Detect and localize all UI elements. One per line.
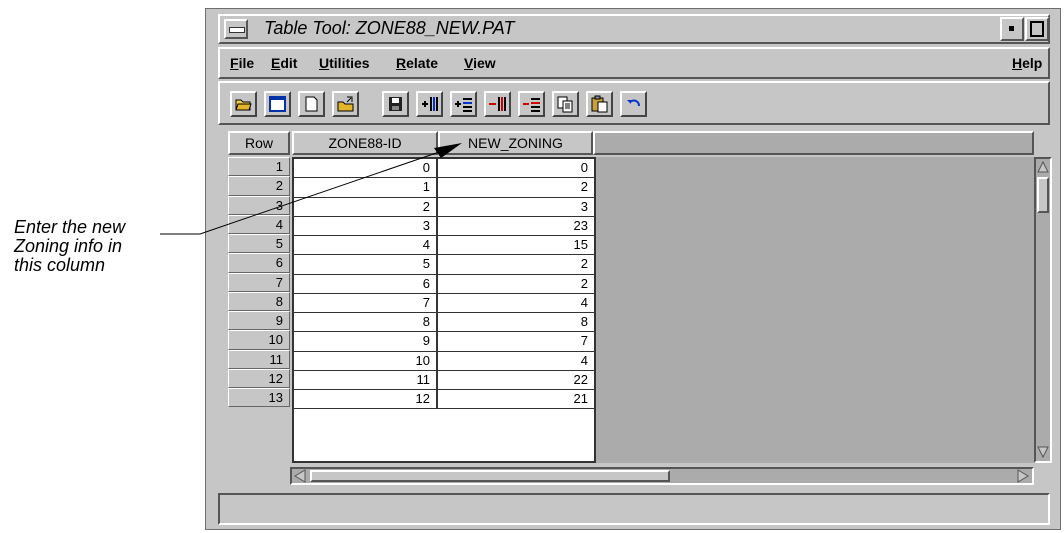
table-row: 12 21: [294, 390, 594, 410]
zone88-id-cell[interactable]: 3: [294, 216, 438, 235]
header-new-zoning[interactable]: NEW_ZONING: [438, 131, 593, 155]
table-row: 62: [294, 274, 594, 294]
delete-row-icon[interactable]: [518, 91, 545, 117]
zone88-id-cell[interactable]: 0: [294, 159, 438, 178]
table-row: 74: [294, 293, 594, 313]
table-row: 4 15: [294, 236, 594, 256]
vertical-scroll-thumb[interactable]: [1037, 177, 1049, 213]
zone88-id-cell[interactable]: 7: [294, 293, 438, 312]
new-window-icon[interactable]: [264, 91, 291, 117]
row-label[interactable]: 5: [228, 234, 290, 254]
row-label[interactable]: 4: [228, 214, 290, 234]
scroll-down-icon[interactable]: [1037, 445, 1049, 459]
save-icon[interactable]: [382, 91, 409, 117]
row-label[interactable]: 9: [228, 311, 290, 331]
attribute-table: Row ZONE88-ID NEW_ZONING 1 2 3 4 5 6 7 8 9 10 11 12…: [218, 127, 1052, 485]
new-zoning-cell[interactable]: 3: [438, 198, 594, 216]
callout-annotation: Enter the new Zoning info in this column: [14, 218, 125, 275]
table-row: 12: [294, 178, 594, 198]
row-label[interactable]: 3: [228, 195, 290, 215]
row-label[interactable]: 11: [228, 349, 290, 369]
table-row: 88: [294, 313, 594, 333]
header-empty-area: [593, 131, 1034, 155]
paste-icon[interactable]: [586, 91, 613, 117]
horizontal-scrollbar[interactable]: [290, 467, 1034, 485]
row-label[interactable]: 13: [228, 388, 290, 408]
table-row: 3 23: [294, 216, 594, 236]
scroll-up-icon[interactable]: [1037, 160, 1049, 174]
table-row: 10 4: [294, 351, 594, 371]
callout-line-3: this column: [14, 255, 106, 275]
undo-icon[interactable]: [620, 91, 647, 117]
new-zoning-cell[interactable]: 2: [438, 255, 594, 273]
open-folder-icon[interactable]: [230, 91, 257, 117]
zone88-id-cell[interactable]: 5: [294, 255, 438, 274]
menu-help[interactable]: Help: [1012, 55, 1042, 71]
row-label[interactable]: 12: [228, 368, 290, 388]
header-row[interactable]: Row: [228, 131, 290, 155]
new-document-icon[interactable]: [298, 91, 325, 117]
menu-view[interactable]: View: [464, 55, 496, 71]
new-zoning-cell[interactable]: 7: [438, 332, 594, 350]
callout-line-2: Zoning info in: [14, 236, 123, 256]
zone88-id-cell[interactable]: 11: [294, 370, 438, 389]
row-label[interactable]: 2: [228, 176, 290, 196]
zone88-id-cell[interactable]: 9: [294, 332, 438, 351]
scroll-left-icon[interactable]: [293, 469, 307, 483]
toolbar: [218, 81, 1050, 125]
window-title: Table Tool: ZONE88_NEW.PAT: [264, 18, 515, 38]
window-menu-button[interactable]: [224, 19, 248, 39]
table-row: 00: [294, 159, 594, 179]
new-zoning-cell[interactable]: 22: [438, 371, 594, 389]
new-zoning-cell[interactable]: 23: [438, 217, 594, 235]
new-zoning-cell[interactable]: 21: [438, 390, 594, 408]
scroll-right-icon[interactable]: [1016, 469, 1030, 483]
zone88-id-cell[interactable]: 10: [294, 351, 438, 370]
row-label[interactable]: 1: [228, 157, 290, 177]
empty-table-area: [596, 157, 1034, 463]
minimize-button[interactable]: [1000, 17, 1024, 41]
table-tool-window: Table Tool: ZONE88_NEW.PAT File Edit Uti…: [205, 8, 1061, 530]
menu-utilities[interactable]: Utilities: [319, 55, 370, 71]
vertical-scrollbar[interactable]: [1034, 157, 1052, 463]
row-label[interactable]: 7: [228, 272, 290, 292]
delete-column-icon[interactable]: [484, 91, 511, 117]
zone88-id-cell[interactable]: 6: [294, 274, 438, 293]
maximize-button[interactable]: [1025, 17, 1049, 41]
menu-edit[interactable]: Edit: [271, 55, 297, 71]
new-zoning-cell[interactable]: 4: [438, 294, 594, 312]
zone88-id-cell[interactable]: 12: [294, 390, 438, 409]
zone88-id-cell[interactable]: 8: [294, 313, 438, 332]
copy-icon[interactable]: [552, 91, 579, 117]
open-file-icon[interactable]: [332, 91, 359, 117]
row-label[interactable]: 6: [228, 253, 290, 273]
menu-relate[interactable]: Relate: [396, 55, 438, 71]
table-row: 52: [294, 255, 594, 275]
menu-file[interactable]: File: [230, 55, 254, 71]
callout-line-1: Enter the new: [14, 217, 126, 237]
row-labels: 1 2 3 4 5 6 7 8 9 10 11 12 13: [228, 157, 290, 408]
zone88-id-cell[interactable]: 2: [294, 197, 438, 216]
add-column-icon[interactable]: [416, 91, 443, 117]
zone88-id-cell[interactable]: 4: [294, 236, 438, 255]
status-bar: [218, 493, 1050, 525]
add-row-icon[interactable]: [450, 91, 477, 117]
new-zoning-cell[interactable]: 2: [438, 275, 594, 293]
new-zoning-cell[interactable]: 4: [438, 352, 594, 370]
new-zoning-cell[interactable]: 2: [438, 178, 594, 196]
new-zoning-cell[interactable]: 15: [438, 236, 594, 254]
row-label[interactable]: 8: [228, 291, 290, 311]
table-row: 23: [294, 197, 594, 217]
header-zone88-id[interactable]: ZONE88-ID: [292, 131, 438, 155]
title-bar[interactable]: Table Tool: ZONE88_NEW.PAT: [218, 14, 1050, 44]
row-label[interactable]: 10: [228, 330, 290, 350]
zone88-id-cell[interactable]: 1: [294, 178, 438, 197]
new-zoning-cell[interactable]: 0: [438, 159, 594, 177]
menu-bar: File Edit Utilities Relate View Help: [218, 47, 1050, 79]
table-cells: 0 0 1 2 2 3 3 23 4 15 5 2 6 2 7 4 8 8 9 7 10 4 11 22 12 21: [292, 157, 596, 463]
table-row: 11 22: [294, 370, 594, 390]
new-zoning-cell[interactable]: 8: [438, 313, 594, 331]
horizontal-scroll-thumb[interactable]: [310, 470, 670, 482]
table-row: 97: [294, 332, 594, 352]
